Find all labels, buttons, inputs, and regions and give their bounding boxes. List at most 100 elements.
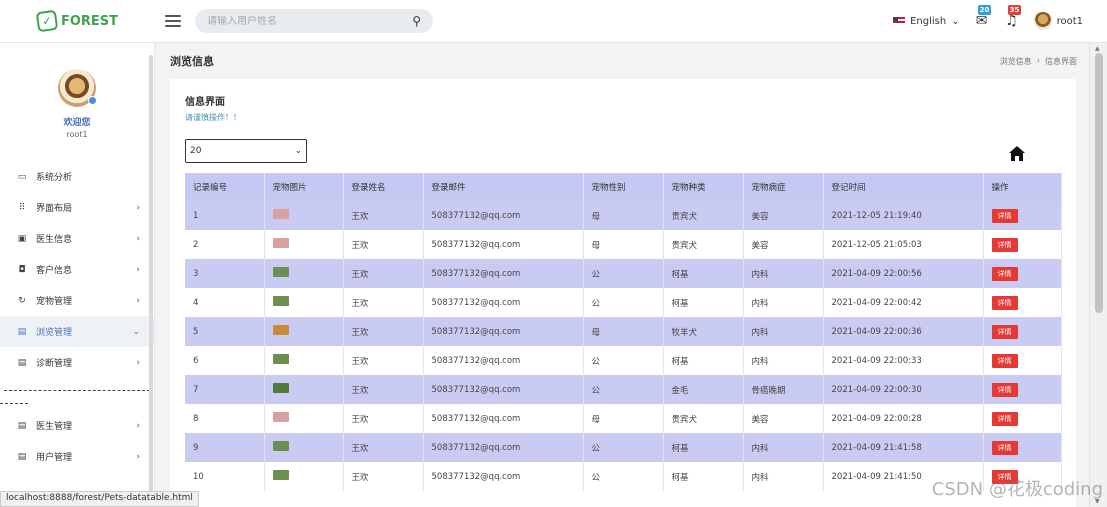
disease-cell: 内科 [743, 317, 824, 346]
refresh-icon: ↻ [18, 295, 26, 306]
sidebar-item[interactable]: ▤ 诊断管理 › [0, 347, 154, 378]
pet-thumbnail[interactable] [272, 238, 289, 248]
profile-avatar[interactable] [58, 69, 97, 107]
sidebar: 欢迎您 root1 ▭ 系统分析 ⠿ 界面布局 › ▣ 医生信息 › ◘ 客户信息 › ↻ 宠物管理 › ▤… [0, 43, 155, 507]
edit-icon[interactable] [88, 96, 97, 105]
sex-cell: 公 [583, 433, 664, 462]
sidebar-item-label: 医生管理 [36, 422, 73, 432]
detail-button[interactable]: 详情 [991, 382, 1018, 397]
column-header[interactable]: 登录姓名 [343, 173, 424, 201]
detail-button[interactable]: 详情 [991, 411, 1018, 426]
sidebar-item[interactable]: ↻ 宠物管理 › [0, 285, 154, 316]
scroll-up-icon[interactable]: ▲ [1095, 45, 1100, 52]
sidebar-item[interactable]: ◘ 客户信息 › [0, 254, 154, 285]
language-selector[interactable]: English ⌄ [893, 16, 960, 27]
card-subtitle: 请谨慎操作！！ [185, 113, 241, 122]
email-cell: 508377132@qq.com [423, 201, 584, 230]
email-cell: 508377132@qq.com [423, 230, 584, 259]
home-icon[interactable] [1009, 146, 1025, 162]
calendar-icon: ▣ [17, 233, 27, 244]
sidebar-item[interactable]: ▣ 医生信息 › [0, 223, 154, 254]
pets-table: 记录编号 宠物图片 登录姓名 登录邮件 宠物性别 宠物种类 宠物病症 登记时间 操作 1 王欢 50… [185, 173, 1062, 491]
pet-thumbnail[interactable] [272, 412, 289, 422]
column-header[interactable]: 登录邮件 [423, 173, 584, 201]
disease-cell: 美容 [743, 230, 824, 259]
sidebar-item[interactable]: ⠿ 界面布局 › [0, 192, 154, 223]
kind-cell: 柯基 [663, 259, 744, 288]
pet-thumbnail[interactable] [272, 325, 289, 335]
search-icon[interactable]: ⚲ [412, 14, 421, 28]
sidebar-item-label: 用户管理 [36, 453, 73, 463]
record-id-cell: 6 [185, 346, 265, 375]
detail-button[interactable]: 详情 [991, 353, 1018, 368]
chevron-down-icon: ⌄ [294, 146, 302, 156]
column-header[interactable]: 操作 [983, 173, 1062, 201]
detail-button[interactable]: 详情 [991, 440, 1018, 455]
pet-thumbnail[interactable] [272, 354, 289, 364]
email-cell: 508377132@qq.com [423, 346, 584, 375]
sidebar-scrollbar[interactable] [149, 55, 153, 495]
sidebar-item-label: 系统分析 [36, 173, 73, 183]
page-scrollbar[interactable]: ▲ ▼ [1089, 43, 1107, 507]
brand-logo[interactable]: ✓ FOREST [0, 9, 155, 33]
sidebar-item[interactable]: ▤ 医生管理 › [0, 410, 154, 441]
notification-button[interactable]: ♫ 35 [1004, 5, 1022, 29]
column-header[interactable]: 登记时间 [823, 173, 984, 201]
column-header[interactable]: 宠物病症 [743, 173, 824, 201]
kind-cell: 柯基 [663, 346, 744, 375]
detail-button[interactable]: 详情 [991, 295, 1018, 310]
top-navbar: ✓ FOREST ⚲ English ⌄ ✉ 20 ♫ 35 root1 [0, 0, 1107, 43]
page-size-select[interactable]: 20 ⌄ [185, 139, 307, 163]
action-cell: 详情 [983, 288, 1062, 317]
sidebar-item[interactable]: ▤ 用户管理 › [0, 441, 154, 472]
mail-button[interactable]: ✉ 20 [974, 5, 992, 29]
breadcrumb-current: 信息界面 [1045, 56, 1077, 66]
pet-thumbnail[interactable] [272, 296, 289, 306]
divider [0, 403, 28, 404]
table-controls: 20 ⌄ [185, 139, 1061, 163]
page-header: 浏览信息 浏览信息 › 信息界面 [156, 43, 1089, 79]
login-name-cell: 王欢 [343, 433, 424, 462]
column-header[interactable]: 宠物性别 [583, 173, 664, 201]
document-icon: ▤ [17, 326, 27, 337]
pet-thumbnail[interactable] [272, 383, 289, 393]
leaf-icon: ✓ [35, 9, 59, 33]
email-cell: 508377132@qq.com [423, 375, 584, 404]
brand-name: FOREST [60, 13, 119, 29]
disease-cell: 美容 [743, 201, 824, 230]
main-content: 浏览信息 浏览信息 › 信息界面 信息界面 请谨慎操作！！ 20 ⌄ 记录编号宠… [156, 43, 1089, 507]
sex-cell: 母 [583, 317, 664, 346]
pet-thumbnail[interactable] [272, 209, 289, 219]
column-header[interactable]: 记录编号 [185, 173, 265, 201]
detail-button[interactable]: 详情 [991, 324, 1018, 339]
menu-toggle-icon[interactable] [165, 15, 181, 27]
kind-cell: 贵宾犬 [663, 230, 744, 259]
pet-thumbnail[interactable] [272, 470, 289, 480]
sidebar-item[interactable]: ▤ 浏览管理 ⌄ [0, 316, 154, 347]
sex-cell: 公 [583, 375, 664, 404]
action-cell: 详情 [983, 433, 1062, 462]
sidebar-item[interactable]: ▭ 系统分析 [0, 161, 154, 192]
document-icon: ▤ [17, 451, 27, 462]
user-menu[interactable]: root1 [1033, 12, 1083, 30]
email-cell: 508377132@qq.com [423, 288, 584, 317]
scrollbar-thumb[interactable] [1095, 53, 1103, 313]
pet-thumbnail[interactable] [272, 441, 289, 451]
detail-button[interactable]: 详情 [991, 266, 1018, 281]
monitor-icon: ▭ [17, 171, 27, 182]
detail-button[interactable]: 详情 [991, 208, 1018, 223]
detail-button[interactable]: 详情 [991, 237, 1018, 252]
table-row: 5 王欢 508377132@qq.com 母牧羊犬 内科 2021-04-09 22:0… [185, 317, 1062, 346]
chevron-icon: › [136, 451, 140, 462]
sex-cell: 公 [583, 259, 664, 288]
page-size-value: 20 [190, 146, 202, 156]
time-cell: 2021-04-09 21:41:58 [823, 433, 984, 462]
column-header[interactable]: 宠物种类 [663, 173, 744, 201]
sex-cell: 公 [583, 462, 664, 491]
pet-thumbnail[interactable] [272, 267, 289, 277]
disease-cell: 内科 [743, 433, 824, 462]
search-input[interactable] [207, 15, 413, 27]
column-header[interactable]: 宠物图片 [264, 173, 344, 201]
kind-cell: 柯基 [663, 462, 744, 491]
breadcrumb-item[interactable]: 浏览信息 [1000, 56, 1032, 67]
